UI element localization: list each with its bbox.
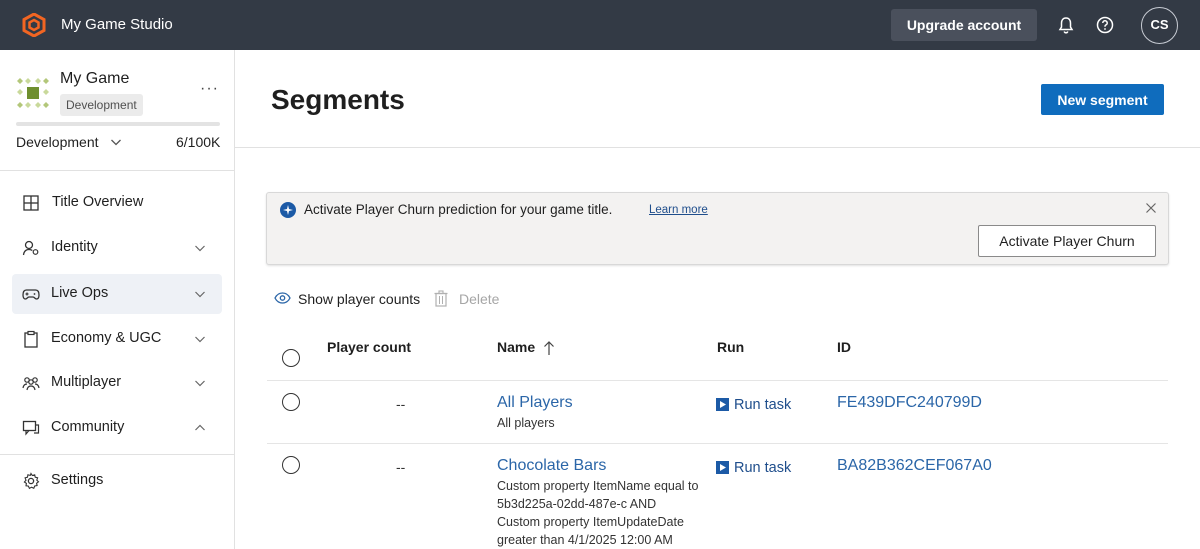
sidebar-divider xyxy=(0,454,234,455)
segment-id-link[interactable]: FE439DFC240799D xyxy=(837,394,982,412)
sidebar-item-label: Settings xyxy=(51,472,104,488)
game-icon xyxy=(17,78,49,108)
clipboard-icon xyxy=(24,330,38,348)
sidebar-item-label: Economy & UGC xyxy=(51,330,162,346)
header-divider xyxy=(235,147,1200,148)
sparkle-icon xyxy=(280,202,296,218)
select-all-radio[interactable] xyxy=(282,349,300,367)
row-divider xyxy=(267,443,1168,444)
studio-name[interactable]: My Game Studio xyxy=(61,16,173,33)
sidebar-item-multiplayer[interactable]: Multiplayer xyxy=(12,363,222,403)
row-select-radio[interactable] xyxy=(282,456,300,474)
play-icon xyxy=(716,461,729,474)
people-icon xyxy=(22,377,40,391)
sort-ascending-icon[interactable] xyxy=(543,340,555,356)
sidebar-item-title-overview[interactable]: Title Overview xyxy=(12,183,222,223)
game-name[interactable]: My Game xyxy=(60,70,129,88)
player-count-cell: -- xyxy=(396,459,406,475)
environment-select[interactable]: Development xyxy=(16,134,99,150)
chevron-down-icon xyxy=(195,336,205,343)
segment-name-link[interactable]: Chocolate Bars xyxy=(497,457,606,475)
sidebar-item-label: Title Overview xyxy=(52,194,144,210)
chevron-down-icon xyxy=(195,245,205,252)
row-divider xyxy=(267,380,1168,381)
player-quota-bar xyxy=(16,122,220,126)
run-task-label: Run task xyxy=(734,397,792,413)
chevron-down-icon[interactable] xyxy=(110,136,122,148)
segment-id-link[interactable]: BA82B362CEF067A0 xyxy=(837,457,992,475)
sidebar-item-label: Live Ops xyxy=(51,285,109,301)
avatar[interactable]: CS xyxy=(1141,7,1178,44)
column-header-name[interactable]: Name xyxy=(497,339,535,355)
close-icon[interactable] xyxy=(1145,202,1157,214)
sidebar-divider xyxy=(0,170,234,171)
more-options-icon[interactable]: ··· xyxy=(200,80,219,98)
show-player-counts-label: Show player counts xyxy=(298,291,421,307)
activate-player-churn-button[interactable]: Activate Player Churn xyxy=(978,225,1156,257)
row-select-radio[interactable] xyxy=(282,393,300,411)
new-segment-button[interactable]: New segment xyxy=(1041,84,1164,115)
chevron-up-icon xyxy=(195,424,205,431)
sidebar: My Game Development ··· Development 6/10… xyxy=(0,50,235,549)
sidebar-item-label: Identity xyxy=(51,239,98,255)
run-task-label: Run task xyxy=(734,460,792,476)
gear-icon xyxy=(23,472,40,490)
trash-icon xyxy=(434,290,448,307)
eye-icon xyxy=(274,292,291,304)
bell-icon[interactable] xyxy=(1056,15,1076,35)
help-icon[interactable] xyxy=(1095,15,1115,35)
segment-name-link[interactable]: All Players xyxy=(497,394,573,412)
column-header-id[interactable]: ID xyxy=(837,339,851,355)
upgrade-account-button[interactable]: Upgrade account xyxy=(891,9,1037,41)
banner-message: Activate Player Churn prediction for you… xyxy=(304,202,613,217)
column-header-run[interactable]: Run xyxy=(717,339,744,355)
chat-icon xyxy=(22,420,40,436)
sidebar-item-identity[interactable]: Identity xyxy=(12,228,222,268)
gamepad-icon xyxy=(22,289,40,300)
chevron-down-icon xyxy=(195,291,205,298)
learn-more-link[interactable]: Learn more xyxy=(649,204,708,216)
sidebar-item-live-ops[interactable]: Live Ops xyxy=(12,274,222,314)
column-header-player-count[interactable]: Player count xyxy=(327,339,411,355)
player-count-cell: -- xyxy=(396,396,406,412)
playfab-logo-icon[interactable] xyxy=(22,13,46,37)
chevron-down-icon xyxy=(195,380,205,387)
sidebar-item-label: Multiplayer xyxy=(51,374,122,390)
top-bar: My Game Studio Upgrade account CS xyxy=(0,0,1200,50)
identity-icon xyxy=(22,240,39,256)
page-title: Segments xyxy=(271,84,405,115)
segment-description: All players xyxy=(497,416,555,430)
delete-label: Delete xyxy=(459,291,500,307)
segment-description: Custom property ItemName equal to 5b3d22… xyxy=(497,479,699,547)
sidebar-item-settings[interactable]: Settings xyxy=(12,461,222,501)
sidebar-item-label: Community xyxy=(51,419,125,435)
grid-icon xyxy=(23,195,39,211)
player-churn-banner: Activate Player Churn prediction for you… xyxy=(266,192,1169,265)
sidebar-item-community[interactable]: Community xyxy=(12,408,222,448)
sidebar-item-economy-ugc[interactable]: Economy & UGC xyxy=(12,319,222,359)
environment-badge: Development xyxy=(60,94,143,116)
play-icon xyxy=(716,398,729,411)
player-quota-text: 6/100K xyxy=(176,134,221,150)
